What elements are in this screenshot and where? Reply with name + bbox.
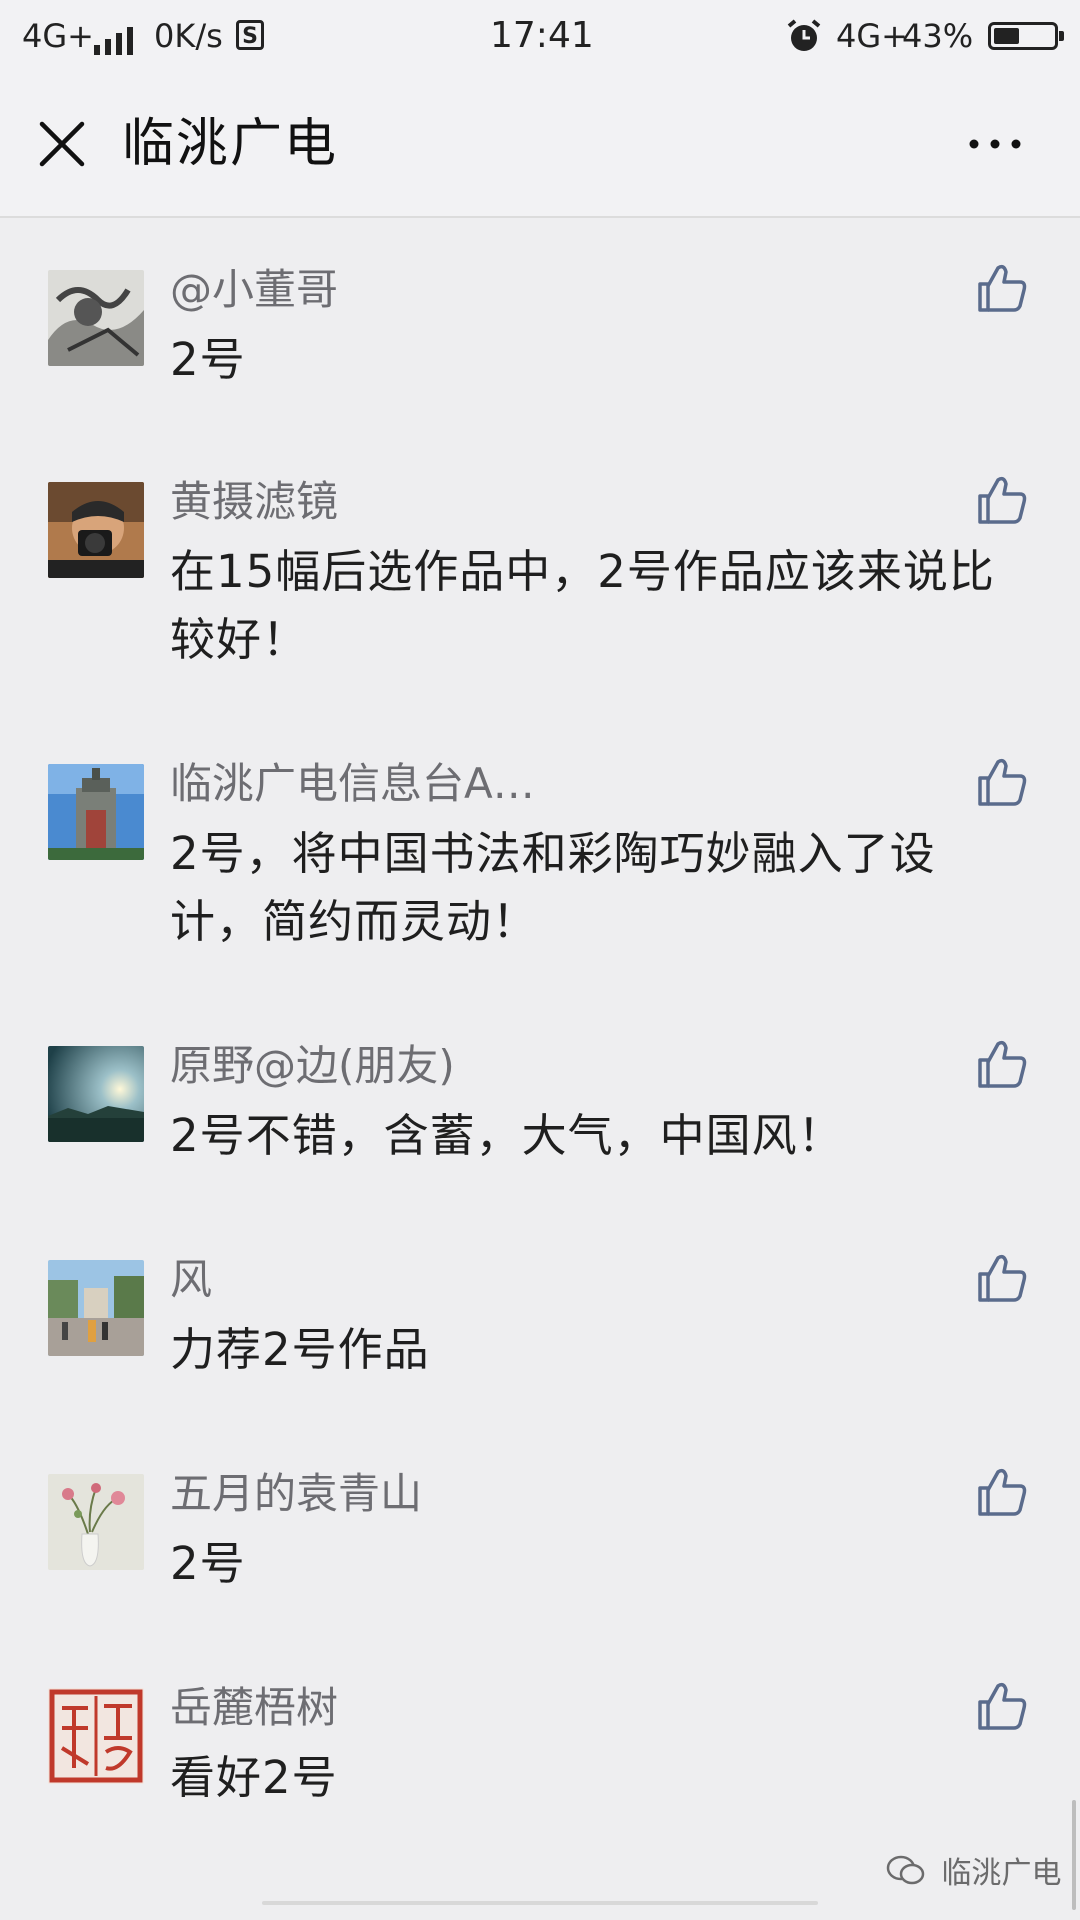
comment-content: 看好2号 [170, 1751, 338, 1804]
thumbs-up-icon[interactable] [974, 1036, 1030, 1092]
battery-percent: 43% [902, 17, 974, 55]
comment-content: 2号 [170, 333, 246, 386]
comment-item: @小董哥 2号 [0, 218, 1080, 430]
comment-nickname: @小董哥 [170, 265, 339, 314]
clock: 17:41 [490, 15, 594, 56]
network-speed: 0K/s [154, 17, 223, 55]
more-icon[interactable] [960, 124, 1030, 164]
flower-vase-avatar[interactable] [48, 1474, 144, 1570]
street-avatar[interactable] [48, 1260, 144, 1356]
comment-content: 2号不错，含蓄，大气，中国风！ [170, 1109, 844, 1162]
page-title: 临洮广电 [122, 114, 339, 174]
thumbs-up-icon[interactable] [974, 472, 1030, 528]
thumbs-up-icon[interactable] [974, 260, 1030, 316]
screen: 4G+ 0K/s S 17:41 4G+ 43% 临洮广电 @小董哥 2号 黄摄… [0, 0, 1080, 1920]
battery-icon [988, 22, 1064, 50]
ink-painting-avatar[interactable] [48, 270, 144, 366]
comment-content: 2号 [170, 1537, 246, 1590]
comment-content: 在15幅后选作品中，2号作品应该来说比较好！ [170, 545, 995, 666]
thumbs-up-icon[interactable] [974, 1250, 1030, 1306]
comment-content: 2号，将中国书法和彩陶巧妙融入了设计，简约而灵动！ [170, 827, 936, 948]
s-badge-icon: S [236, 20, 264, 50]
comment-nickname: 临洮广电信息台A… [170, 759, 535, 808]
thumbs-up-icon[interactable] [974, 1678, 1030, 1734]
signal-icon [92, 22, 140, 66]
scrollbar[interactable] [1072, 1800, 1076, 1910]
close-icon[interactable] [34, 116, 90, 172]
seal-stamp-avatar[interactable] [48, 1688, 144, 1784]
watermark: 临洮广电 [886, 1848, 1062, 1896]
watermark-text: 临洮广电 [941, 1856, 1062, 1891]
photographer-avatar[interactable] [48, 482, 144, 578]
network-type-right: 4G+ [836, 17, 908, 55]
alarm-icon [786, 18, 822, 65]
network-type: 4G+ [22, 17, 94, 55]
comment-item: 五月的袁青山 2号 [0, 1422, 1080, 1636]
comment-item: 岳麓梧树 看好2号 [0, 1636, 1080, 1850]
sunset-avatar[interactable] [48, 1046, 144, 1142]
comment-item: 原野@边(朋友) 2号不错，含蓄，大气，中国风！ [0, 994, 1080, 1208]
comment-item: 黄摄滤镜 在15幅后选作品中，2号作品应该来说比较好！ [0, 430, 1080, 712]
comment-item: 临洮广电信息台A… 2号，将中国书法和彩陶巧妙融入了设计，简约而灵动！ [0, 712, 1080, 994]
status-bar: 4G+ 0K/s S 17:41 4G+ 43% [0, 0, 1080, 72]
comment-item: 风 力荐2号作品 [0, 1208, 1080, 1422]
thumbs-up-icon[interactable] [974, 1464, 1030, 1520]
home-indicator [262, 1901, 818, 1905]
comment-list: @小董哥 2号 黄摄滤镜 在15幅后选作品中，2号作品应该来说比较好！ 临洮广电… [0, 218, 1080, 1850]
comment-nickname: 风 [170, 1255, 213, 1304]
wechat-icon [886, 1854, 926, 1896]
comment-nickname: 黄摄滤镜 [170, 477, 339, 526]
nav-bar: 临洮广电 [0, 72, 1080, 218]
tower-avatar[interactable] [48, 764, 144, 860]
comment-nickname: 岳麓梧树 [170, 1683, 339, 1732]
comment-content: 力荐2号作品 [170, 1323, 430, 1376]
comment-nickname: 五月的袁青山 [170, 1469, 423, 1518]
thumbs-up-icon[interactable] [974, 754, 1030, 810]
comment-nickname: 原野@边(朋友) [170, 1041, 455, 1090]
